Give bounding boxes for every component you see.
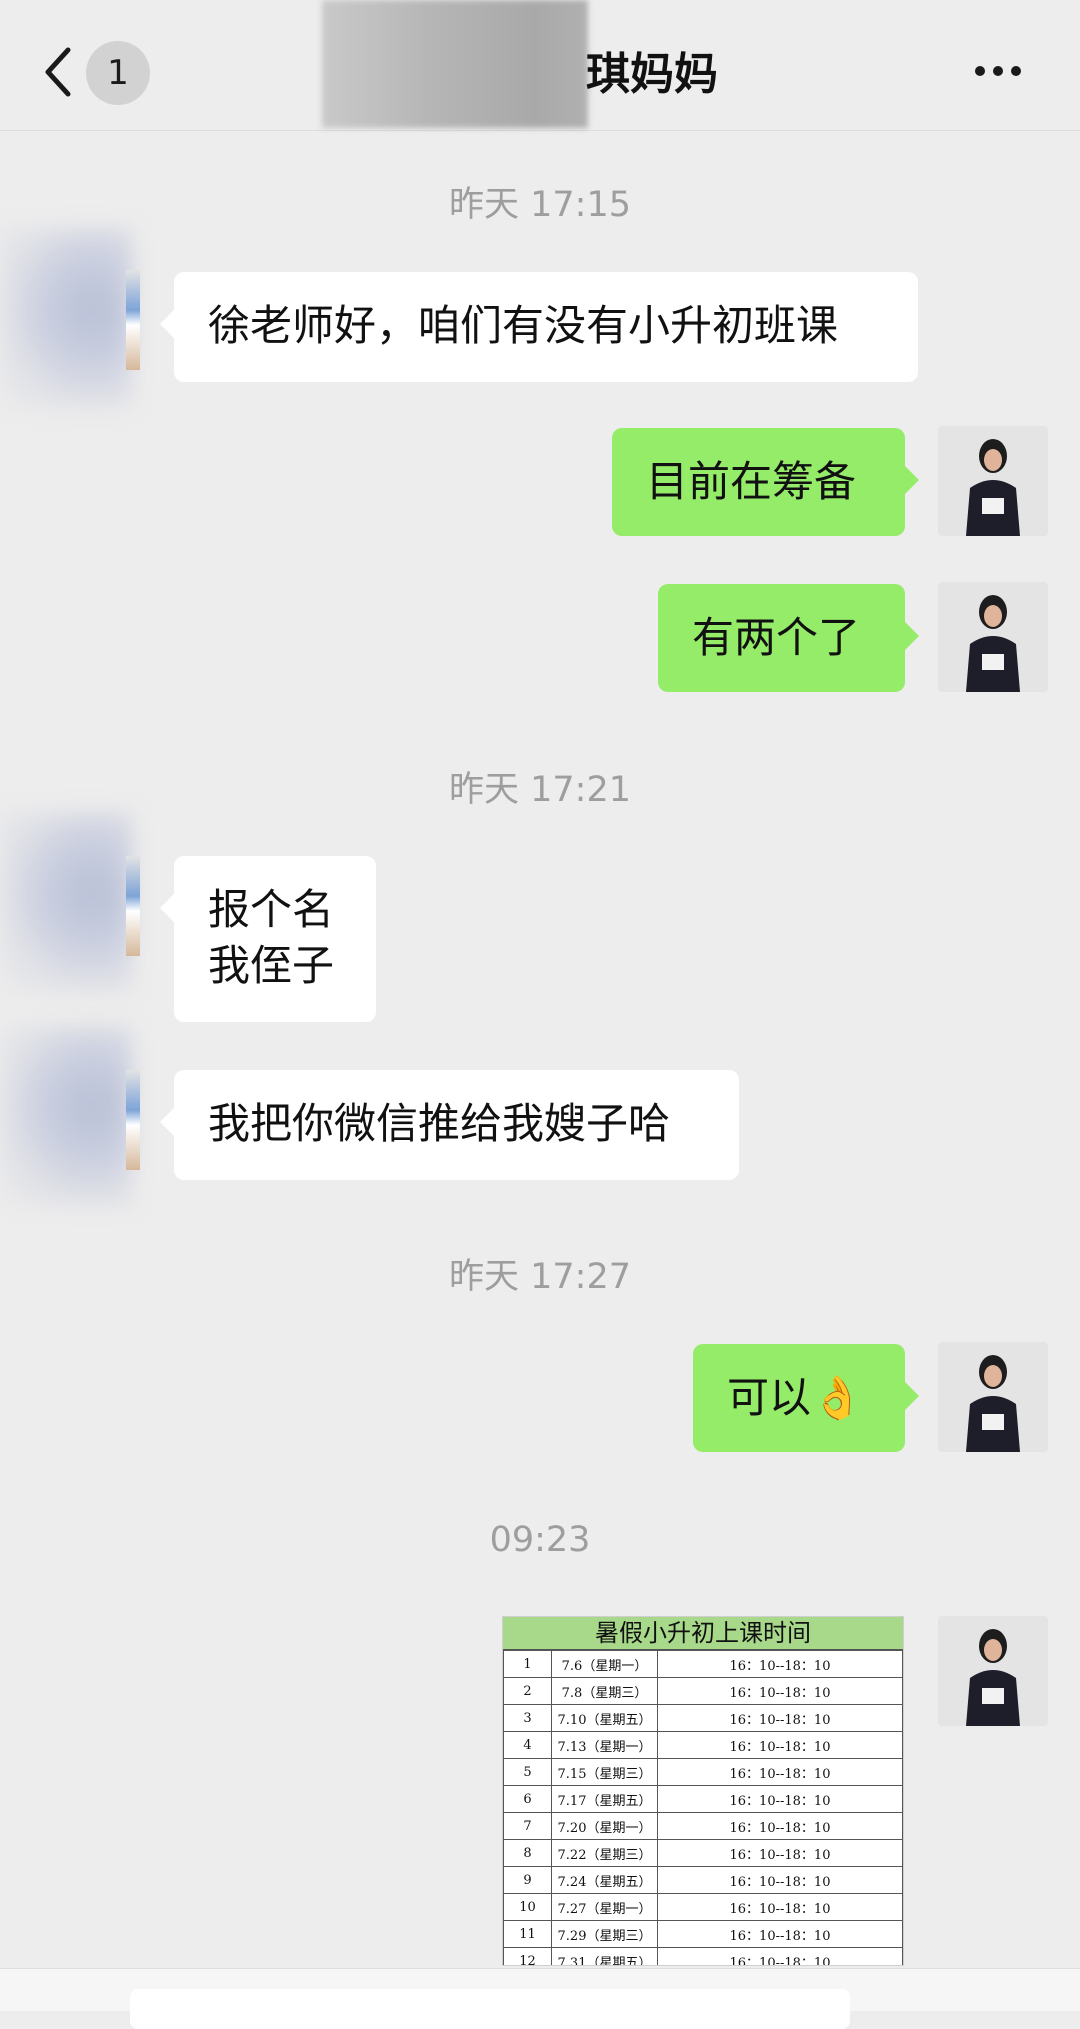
schedule-time-cell: 16：10--18：10 xyxy=(657,1785,903,1813)
back-chevron-icon[interactable] xyxy=(38,42,82,102)
message-bubble[interactable]: 徐老师好，咱们有没有小升初班课 xyxy=(160,272,918,382)
schedule-index-cell: 10 xyxy=(503,1893,552,1921)
schedule-time-cell: 16：10--18：10 xyxy=(657,1677,903,1705)
schedule-time-cell: 16：10--18：10 xyxy=(657,1650,903,1678)
schedule-time-cell: 16：10--18：10 xyxy=(657,1839,903,1867)
schedule-row: 7 7.20（星期一） 16：10--18：10 xyxy=(503,1812,903,1840)
my-avatar[interactable] xyxy=(938,426,1048,536)
schedule-index-cell: 2 xyxy=(503,1677,552,1705)
schedule-index-cell: 9 xyxy=(503,1866,552,1894)
contact-avatar-edge xyxy=(126,270,140,370)
schedule-index-cell: 6 xyxy=(503,1785,552,1813)
message-bubble[interactable]: 有两个了 xyxy=(658,584,919,692)
unread-count-badge[interactable]: 1 xyxy=(86,41,150,105)
schedule-index-cell: 7 xyxy=(503,1812,552,1840)
schedule-row: 3 7.10（星期五） 16：10--18：10 xyxy=(503,1704,903,1732)
schedule-image-message[interactable]: 暑假小升初上课时间 1 7.6（星期一） 16：10--18：10 2 7.8（星期三）… xyxy=(502,1616,904,1966)
schedule-time-cell: 16：10--18：10 xyxy=(657,1731,903,1759)
schedule-index-cell: 1 xyxy=(503,1650,552,1678)
schedule-date-cell: 7.10（星期五） xyxy=(551,1704,658,1732)
schedule-row: 11 7.29（星期三） 16：10--18：10 xyxy=(503,1920,903,1948)
schedule-time-cell: 16：10--18：10 xyxy=(657,1866,903,1894)
my-avatar[interactable] xyxy=(938,582,1048,692)
timestamp: 昨天 17:21 xyxy=(449,770,631,810)
schedule-index-cell: 12 xyxy=(503,1947,552,1965)
my-avatar[interactable] xyxy=(938,1342,1048,1452)
schedule-date-cell: 7.6（星期一） xyxy=(551,1650,658,1678)
schedule-time-cell: 16：10--18：10 xyxy=(657,1812,903,1840)
schedule-row: 5 7.15（星期三） 16：10--18：10 xyxy=(503,1758,903,1786)
schedule-row: 2 7.8（星期三） 16：10--18：10 xyxy=(503,1677,903,1705)
message-bubble[interactable]: 报个名 我侄子 xyxy=(160,856,376,1022)
schedule-date-cell: 7.31（星期五） xyxy=(551,1947,658,1965)
message-bubble[interactable]: 可以👌 xyxy=(693,1344,919,1452)
schedule-row: 9 7.24（星期五） 16：10--18：10 xyxy=(503,1866,903,1894)
schedule-index-cell: 11 xyxy=(503,1920,552,1948)
input-toolbar xyxy=(0,1968,1080,2029)
contact-avatar-blurred[interactable] xyxy=(0,812,132,992)
contact-avatar-blurred[interactable] xyxy=(0,228,132,408)
schedule-time-cell: 16：10--18：10 xyxy=(657,1920,903,1948)
schedule-row: 1 7.6（星期一） 16：10--18：10 xyxy=(503,1650,903,1678)
chat-header: 1 琪妈妈 xyxy=(0,0,1080,131)
contact-avatar-edge xyxy=(126,1070,140,1170)
schedule-date-cell: 7.15（星期三） xyxy=(551,1758,658,1786)
contact-avatar-blurred[interactable] xyxy=(0,1026,132,1206)
schedule-index-cell: 3 xyxy=(503,1704,552,1732)
schedule-date-cell: 7.24（星期五） xyxy=(551,1866,658,1894)
schedule-time-cell: 16：10--18：10 xyxy=(657,1893,903,1921)
schedule-index-cell: 4 xyxy=(503,1731,552,1759)
user-portrait-icon xyxy=(938,426,1048,536)
schedule-row: 8 7.22（星期三） 16：10--18：10 xyxy=(503,1839,903,1867)
schedule-row: 12 7.31（星期五） 16：10--18：10 xyxy=(503,1947,903,1965)
contact-avatar-edge xyxy=(126,856,140,956)
schedule-time-cell: 16：10--18：10 xyxy=(657,1947,903,1965)
user-portrait-icon xyxy=(938,1616,1048,1726)
schedule-date-cell: 7.27（星期一） xyxy=(551,1893,658,1921)
schedule-date-cell: 7.8（星期三） xyxy=(551,1677,658,1705)
schedule-date-cell: 7.22（星期三） xyxy=(551,1839,658,1867)
message-bubble[interactable]: 目前在筹备 xyxy=(612,428,919,536)
timestamp: 09:23 xyxy=(489,1520,591,1560)
more-dots-icon[interactable] xyxy=(975,56,1035,86)
schedule-row: 10 7.27（星期一） 16：10--18：10 xyxy=(503,1893,903,1921)
user-portrait-icon xyxy=(938,582,1048,692)
schedule-title: 暑假小升初上课时间 xyxy=(503,1617,903,1650)
schedule-date-cell: 7.20（星期一） xyxy=(551,1812,658,1840)
schedule-date-cell: 7.29（星期三） xyxy=(551,1920,658,1948)
message-input[interactable] xyxy=(130,1989,850,2029)
schedule-date-cell: 7.17（星期五） xyxy=(551,1785,658,1813)
schedule-row: 6 7.17（星期五） 16：10--18：10 xyxy=(503,1785,903,1813)
timestamp: 昨天 17:27 xyxy=(449,1257,631,1297)
schedule-date-cell: 7.13（星期一） xyxy=(551,1731,658,1759)
schedule-time-cell: 16：10--18：10 xyxy=(657,1758,903,1786)
schedule-index-cell: 5 xyxy=(503,1758,552,1786)
redacted-name-blur xyxy=(322,0,588,128)
schedule-time-cell: 16：10--18：10 xyxy=(657,1704,903,1732)
schedule-table: 1 7.6（星期一） 16：10--18：10 2 7.8（星期三） 16：10--18：… xyxy=(503,1650,903,1965)
message-bubble[interactable]: 我把你微信推给我嫂子哈 xyxy=(160,1070,739,1180)
chat-title: 琪妈妈 xyxy=(586,49,718,100)
user-portrait-icon xyxy=(938,1342,1048,1452)
my-avatar[interactable] xyxy=(938,1616,1048,1726)
schedule-index-cell: 8 xyxy=(503,1839,552,1867)
timestamp: 昨天 17:15 xyxy=(449,185,631,225)
schedule-row: 4 7.13（星期一） 16：10--18：10 xyxy=(503,1731,903,1759)
